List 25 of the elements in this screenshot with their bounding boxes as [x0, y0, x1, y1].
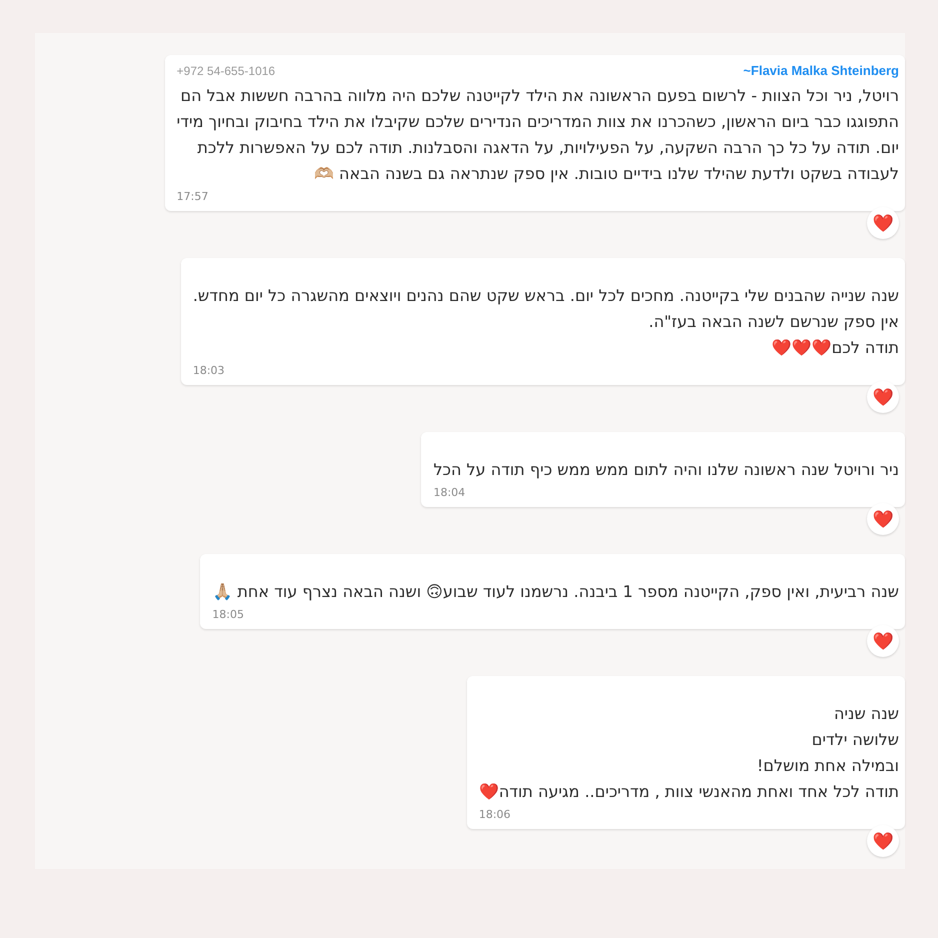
message-text: ניר ורויטל שנה ראשונה שלנו והיה לתום ממש ממש כיף תודה על הכל — [433, 459, 899, 481]
message-time: 18:06 — [478, 808, 511, 821]
message-text: לעבודה בשקט ולדעת שהילד שלנו בידיים טובות. אין ספק שנתראה גם בשנה הבאה 🫶🏼 — [312, 163, 899, 185]
sender-phone: +972 54-655-1016 — [176, 64, 276, 78]
reaction-badge[interactable]: ❤ — [867, 625, 899, 657]
message-text: אין ספק שנרשם לשנה הבאה בעז"ה. — [648, 311, 899, 333]
message-time: 18:05 — [212, 608, 244, 621]
message-time: 17:57 — [176, 190, 208, 203]
message-time: 18:03 — [192, 364, 225, 377]
message-text: שנה שניה — [832, 703, 899, 725]
message-text: שלושה ילדים — [810, 729, 899, 751]
message-text: שנה רביעית, ואין ספק, הקייטנה מספר 1 ביבנה. נרשמנו לעוד שבוע🙃 ושנה הבאה נצרף עוד אחת 🙏🏼 — [212, 581, 899, 603]
reaction-badge[interactable]: ❤ — [867, 381, 899, 413]
message-text: תודה לכם❤❤❤ — [770, 337, 899, 359]
message-text: רויטל, ניר וכל הצוות - לרשום בפעם הראשונה את הילד לקייטנה שלכם היה מלווה בהרבה חששות אבל הם — [180, 85, 899, 107]
message-text: תודה לכל אחד ואחת מהאנשי צוות , מדריכים.. מגיעה תודה❤ — [478, 781, 899, 803]
reaction-badge[interactable]: ❤ — [867, 825, 899, 857]
message-text: שנה שנייה שהבנים שלי בקייטנה. מחכים לכל יום. בראש שקט שהם נהנים ויוצאים מהשגרה כל יום מחדש. — [192, 285, 899, 307]
reaction-badge[interactable]: ❤ — [867, 503, 899, 535]
message-text: ובמילה אחת מושלם! — [756, 755, 899, 777]
message-time: 18:04 — [433, 486, 466, 499]
sender-name[interactable]: ~Flavia Malka Shteinberg — [743, 63, 899, 78]
reaction-badge[interactable]: ❤ — [867, 207, 899, 239]
message-text: התפוגגו כבר ביום הראשון, כשהכרנו את צוות המדריכים הנדירים שלכם שקיבלו את הילד בחיבוק ובחיוך מידי — [176, 111, 899, 133]
message-text: יום. תודה על כל כך הרבה השקעה, על הפעילויות, על הדאגה והסבלנות. תודה לכם על האפשרות ללכת — [196, 137, 899, 159]
